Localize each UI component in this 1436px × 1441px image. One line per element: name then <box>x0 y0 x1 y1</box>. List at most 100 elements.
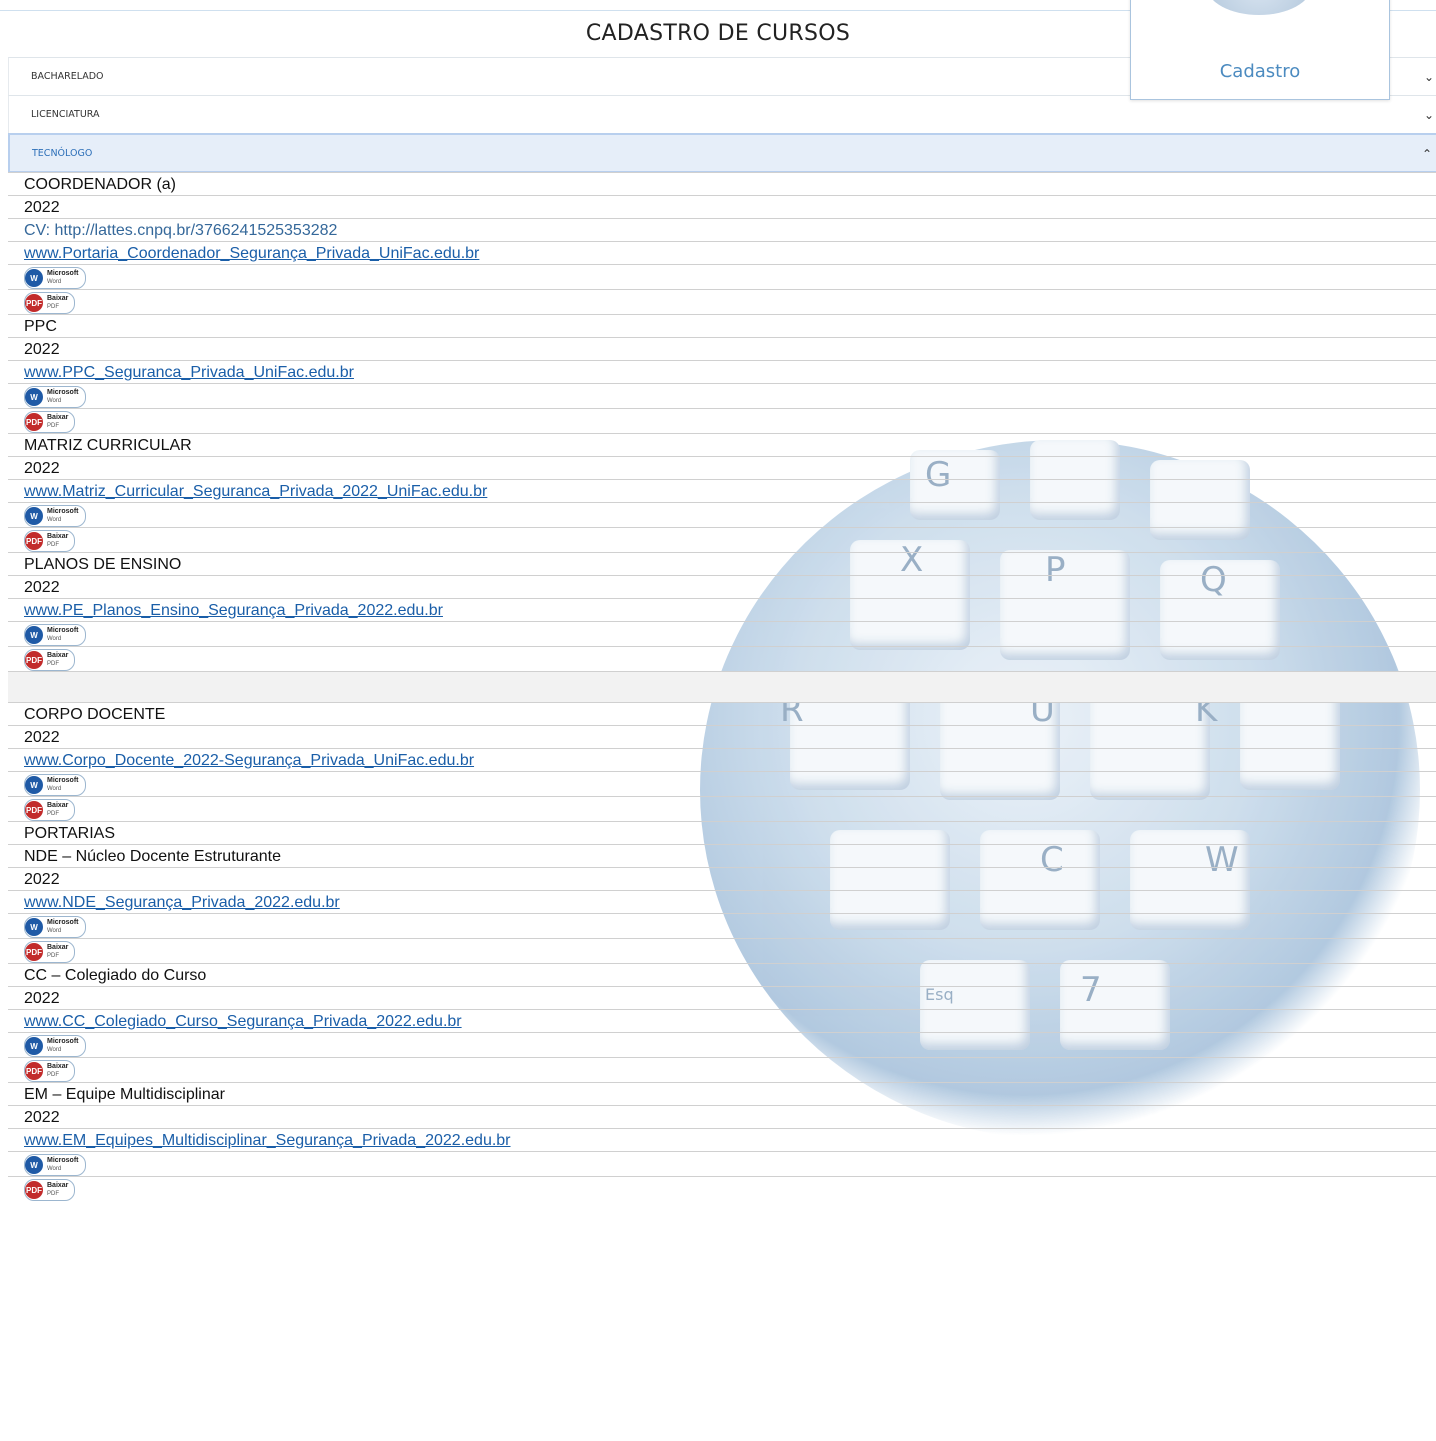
button-top-text: Baixar <box>47 1063 69 1070</box>
word-download-button[interactable]: W Microsoft Word <box>24 1035 86 1057</box>
button-top-text: Microsoft <box>47 389 79 396</box>
word-download-button[interactable]: W Microsoft Word <box>24 505 86 527</box>
pdf-download-button[interactable]: PDF Baixar PDF <box>24 1060 76 1082</box>
nde-link[interactable]: www.NDE_Segurança_Privada_2022.edu.br <box>24 894 340 911</box>
button-top-text: Microsoft <box>47 919 79 926</box>
button-bottom-text: Word <box>47 517 62 523</box>
button-top-text: Baixar <box>47 944 69 951</box>
em-link[interactable]: www.EM_Equipes_Multidisciplinar_Seguranç… <box>24 1132 511 1149</box>
subsection-title: CC – Colegiado do Curso <box>8 963 1436 987</box>
word-icon: W <box>25 1156 43 1174</box>
pdf-icon: PDF <box>25 294 43 312</box>
accordion-licenciatura[interactable]: LICENCIATURA ⌄ <box>8 95 1436 133</box>
year-label: 2022 <box>8 725 1436 749</box>
pdf-icon: PDF <box>25 1062 43 1080</box>
button-top-text: Microsoft <box>47 777 79 784</box>
subsection-title: NDE – Núcleo Docente Estruturante <box>8 844 1436 868</box>
word-download-button[interactable]: W Microsoft Word <box>24 916 86 938</box>
word-download-button[interactable]: W Microsoft Word <box>24 267 86 289</box>
button-top-text: Baixar <box>47 533 69 540</box>
button-bottom-text: Word <box>47 786 62 792</box>
button-bottom-text: Word <box>47 1047 62 1053</box>
button-bottom-text: PDF <box>47 953 59 959</box>
chevron-down-icon: ⌄ <box>1423 70 1434 84</box>
pdf-download-button[interactable]: PDF Baixar PDF <box>24 530 76 552</box>
subsection-title: EM – Equipe Multidisciplinar <box>8 1082 1436 1106</box>
button-bottom-text: PDF <box>47 1072 59 1078</box>
section-title: PLANOS DE ENSINO <box>8 552 1436 576</box>
button-bottom-text: PDF <box>47 811 59 817</box>
button-top-text: Baixar <box>47 295 69 302</box>
corpo-docente-link[interactable]: www.Corpo_Docente_2022-Segurança_Privada… <box>24 752 474 769</box>
button-bottom-text: PDF <box>47 304 59 310</box>
year-label: 2022 <box>8 337 1436 361</box>
year-label: 2022 <box>8 1105 1436 1129</box>
pdf-download-button[interactable]: PDF Baixar PDF <box>24 1179 76 1201</box>
section-title: PORTARIAS <box>8 821 1436 845</box>
year-label: 2022 <box>8 195 1436 219</box>
word-download-button[interactable]: W Microsoft Word <box>24 386 86 408</box>
button-top-text: Microsoft <box>47 627 79 634</box>
cadastro-label: Cadastro <box>1219 61 1301 82</box>
button-top-text: Microsoft <box>47 1157 79 1164</box>
year-label: 2022 <box>8 867 1436 891</box>
cc-link[interactable]: www.CC_Colegiado_Curso_Segurança_Privada… <box>24 1013 462 1030</box>
button-top-text: Microsoft <box>47 1038 79 1045</box>
year-label: 2022 <box>8 456 1436 480</box>
accordion-label: BACHARELADO <box>31 71 104 82</box>
button-bottom-text: Word <box>47 928 62 934</box>
accordion-label: LICENCIATURA <box>31 109 100 120</box>
year-label: 2022 <box>8 986 1436 1010</box>
button-top-text: Baixar <box>47 802 69 809</box>
pdf-download-button[interactable]: PDF Baixar PDF <box>24 292 76 314</box>
section-title: CORPO DOCENTE <box>8 702 1436 726</box>
word-icon: W <box>25 918 43 936</box>
word-download-button[interactable]: W Microsoft Word <box>24 774 86 796</box>
lattes-cv-text: CV: http://lattes.cnpq.br/37662415253532… <box>8 218 1436 242</box>
pdf-icon: PDF <box>25 801 43 819</box>
matriz-curricular-link[interactable]: www.Matriz_Curricular_Seguranca_Privada_… <box>24 483 487 500</box>
chevron-down-icon: ⌄ <box>1423 108 1434 122</box>
pdf-icon: PDF <box>25 651 43 669</box>
globe-logo-icon <box>1207 0 1311 15</box>
button-bottom-text: PDF <box>47 542 59 548</box>
button-bottom-text: PDF <box>47 1191 59 1197</box>
coordenador-portaria-link[interactable]: www.Portaria_Coordenador_Segurança_Priva… <box>24 245 479 262</box>
button-bottom-text: PDF <box>47 423 59 429</box>
pdf-download-button[interactable]: PDF Baixar PDF <box>24 649 76 671</box>
spacer-row <box>8 671 1436 703</box>
button-bottom-text: Word <box>47 636 62 642</box>
pdf-download-button[interactable]: PDF Baixar PDF <box>24 941 76 963</box>
word-icon: W <box>25 776 43 794</box>
planos-ensino-link[interactable]: www.PE_Planos_Ensino_Segurança_Privada_2… <box>24 602 443 619</box>
word-icon: W <box>25 1037 43 1055</box>
button-top-text: Baixar <box>47 652 69 659</box>
word-download-button[interactable]: W Microsoft Word <box>24 1154 86 1176</box>
pdf-icon: PDF <box>25 1181 43 1199</box>
pdf-icon: PDF <box>25 413 43 431</box>
button-top-text: Microsoft <box>47 270 79 277</box>
button-bottom-text: Word <box>47 398 62 404</box>
pdf-icon: PDF <box>25 532 43 550</box>
pdf-download-button[interactable]: PDF Baixar PDF <box>24 799 76 821</box>
button-top-text: Baixar <box>47 1182 69 1189</box>
button-bottom-text: Word <box>47 279 62 285</box>
cadastro-card[interactable]: Cadastro <box>1130 0 1390 100</box>
ppc-link[interactable]: www.PPC_Seguranca_Privada_UniFac.edu.br <box>24 364 354 381</box>
year-label: 2022 <box>8 575 1436 599</box>
word-icon: W <box>25 507 43 525</box>
course-documents-table: COORDENADOR (a) 2022 CV: http://lattes.c… <box>8 172 1436 1201</box>
pdf-download-button[interactable]: PDF Baixar PDF <box>24 411 76 433</box>
button-top-text: Microsoft <box>47 508 79 515</box>
button-bottom-text: Word <box>47 1166 62 1172</box>
word-icon: W <box>25 269 43 287</box>
button-top-text: Baixar <box>47 414 69 421</box>
word-download-button[interactable]: W Microsoft Word <box>24 624 86 646</box>
chevron-up-icon: ⌃ <box>1421 147 1432 161</box>
section-title: MATRIZ CURRICULAR <box>8 433 1436 457</box>
word-icon: W <box>25 388 43 406</box>
pdf-icon: PDF <box>25 943 43 961</box>
word-icon: W <box>25 626 43 644</box>
button-bottom-text: PDF <box>47 661 59 667</box>
accordion-tecnologo[interactable]: TECNÓLOGO ⌃ <box>8 133 1436 173</box>
